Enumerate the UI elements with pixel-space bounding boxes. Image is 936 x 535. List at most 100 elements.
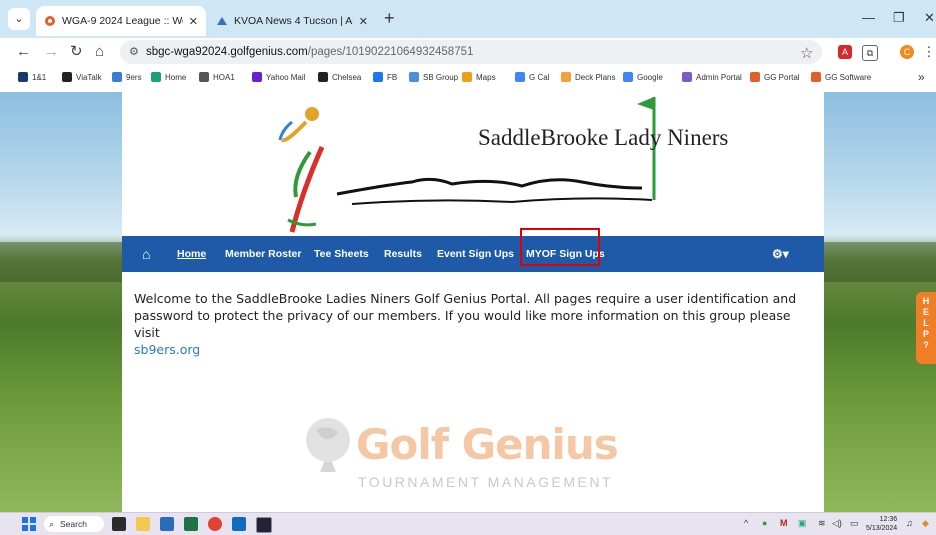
bookmark-item[interactable]: Deck Plans (561, 72, 615, 82)
new-tab-icon[interactable]: + (384, 9, 395, 27)
address-bar[interactable]: ⚙ sbgc-wga92024.golfgenius.com/pages/101… (120, 40, 822, 64)
bookmark-favicon-icon (318, 72, 328, 82)
taskbar-search[interactable]: ⌕ Search (44, 516, 104, 532)
bookmark-label: 1&1 (32, 72, 47, 82)
search-icon: ⌕ (49, 519, 55, 529)
bookmark-label: Google (637, 72, 663, 82)
battery-icon[interactable]: ▭ (850, 518, 859, 529)
bookmark-label: ViaTalk (76, 72, 102, 82)
task-view-icon[interactable] (112, 517, 126, 531)
bookmark-item[interactable]: GG Portal (750, 72, 800, 82)
bookmark-item[interactable]: FB (373, 72, 397, 82)
tray-overflow-icon[interactable]: ^ (744, 518, 748, 528)
gmail-tray-icon[interactable]: M (780, 518, 788, 528)
bookmark-item[interactable]: 1&1 (18, 72, 46, 82)
bookmark-item[interactable]: Chelsea (318, 72, 361, 82)
more-bookmarks-icon[interactable]: » (918, 70, 925, 84)
back-icon[interactable]: ← (16, 43, 31, 61)
bookmark-item[interactable]: GG Software (811, 72, 871, 82)
tab-title: KVOA News 4 Tucson | Arizona Ne (234, 15, 353, 27)
file-explorer-icon[interactable] (136, 517, 150, 531)
sb9ers-link[interactable]: sb9ers.org (134, 341, 814, 358)
system-clock[interactable]: 12:36 5/13/2024 (866, 515, 897, 533)
nav-home[interactable]: Home (177, 236, 206, 272)
settings-gear-dropdown-icon[interactable]: ⚙▾ (772, 236, 789, 272)
minimize-icon[interactable]: — (862, 10, 875, 25)
nav-event-sign-ups[interactable]: Event Sign Ups (437, 236, 514, 272)
restore-icon[interactable]: ❐ (893, 10, 905, 26)
tray-app-icon[interactable]: ▣ (798, 518, 807, 529)
bookmark-star-icon[interactable]: ☆ (800, 44, 813, 62)
bookmark-item[interactable]: G Cal (515, 72, 549, 82)
home-icon[interactable]: ⌂ (95, 43, 104, 61)
bookmark-item[interactable]: ViaTalk (62, 72, 102, 82)
tab-search-chevron-icon[interactable]: ⌄ (8, 8, 30, 30)
browser-tab-active[interactable]: WGA-9 2024 League :: Welcome ✕ (36, 6, 206, 36)
close-tab-icon[interactable]: ✕ (359, 15, 368, 28)
bookmark-label: SB Group (423, 72, 459, 82)
site-logo: SaddleBrooke Lady Niners (262, 92, 728, 238)
close-window-icon[interactable]: ✕ (924, 10, 935, 26)
bookmark-label: GG Software (825, 72, 872, 82)
golf-genius-favicon-icon (45, 16, 55, 26)
bookmark-favicon-icon (515, 72, 525, 82)
bookmark-item[interactable]: HOA1 (199, 72, 235, 82)
browser-menu-icon[interactable]: ⋮ (922, 45, 936, 59)
help-letter: P (922, 329, 929, 339)
notification-bell-icon[interactable]: ♫ (906, 518, 913, 528)
bookmark-item[interactable]: Home (151, 72, 186, 82)
golf-ball-globe-icon (306, 418, 350, 472)
bookmark-favicon-icon (252, 72, 262, 82)
bookmark-label: FB (387, 72, 398, 82)
bookmark-item[interactable]: SB Group (409, 72, 458, 82)
volume-icon[interactable]: ◁) (832, 518, 842, 529)
excel-app-icon[interactable] (184, 517, 198, 531)
clock-time: 12:36 (879, 516, 898, 523)
word-app-icon[interactable] (160, 517, 174, 531)
copilot-icon[interactable]: ◆ (922, 518, 929, 529)
bookmark-favicon-icon (462, 72, 472, 82)
bookmark-item[interactable]: Yahoo Mail (252, 72, 305, 82)
chrome-app-icon[interactable] (208, 517, 222, 531)
photos-app-icon[interactable] (256, 517, 272, 533)
nav-results[interactable]: Results (384, 236, 422, 272)
help-letter: E (922, 307, 929, 317)
bookmark-label: Home (165, 72, 187, 82)
pdf-extension-icon[interactable]: A (838, 45, 852, 59)
profile-avatar-icon[interactable]: C (900, 45, 914, 59)
bookmark-item[interactable]: Google (623, 72, 663, 82)
bookmarks-bar: » 1&1 ViaTalk 9ers Home HOA1 Yahoo Mail Chelse… (0, 66, 936, 93)
bookmark-item[interactable]: 9ers (112, 72, 142, 82)
forward-icon[interactable]: → (44, 43, 59, 61)
extensions-puzzle-icon[interactable]: ⧉ (862, 45, 878, 61)
nav-tee-sheets[interactable]: Tee Sheets (314, 236, 369, 272)
browser-tab-inactive[interactable]: KVOA News 4 Tucson | Arizona Ne ✕ (208, 6, 376, 36)
bookmark-favicon-icon (199, 72, 209, 82)
browser-toolbar: ← → ↻ ⌂ ⚙ sbgc-wga92024.golfgenius.com/p… (0, 38, 936, 66)
home-nav-icon[interactable]: ⌂ (142, 236, 150, 272)
help-letter: H (922, 296, 930, 306)
windows-start-icon[interactable] (22, 517, 36, 531)
bookmark-favicon-icon (112, 72, 122, 82)
site-info-icon[interactable]: ⚙ (129, 40, 139, 64)
reload-icon[interactable]: ↻ (70, 43, 83, 61)
bookmark-item[interactable]: Maps (462, 72, 496, 82)
search-label: Search (60, 519, 87, 529)
tab-title: WGA-9 2024 League :: Welcome (62, 15, 183, 27)
help-tab[interactable]: H E L P ? (916, 292, 936, 364)
bookmark-label: Chelsea (332, 72, 362, 82)
help-question-icon: ? (923, 340, 929, 350)
bookmark-label: Maps (476, 72, 496, 82)
brand-subtitle: TOURNAMENT MANAGEMENT (358, 474, 613, 490)
wifi-icon[interactable]: ≋ (818, 518, 826, 529)
bookmark-favicon-icon (62, 72, 72, 82)
bookmark-item[interactable]: Admin Portal (682, 72, 742, 82)
close-tab-icon[interactable]: ✕ (189, 15, 198, 28)
nav-member-roster[interactable]: Member Roster (225, 236, 301, 272)
windows-taskbar: ⌕ Search ^ ● M ▣ ≋ ◁) ▭ 12:36 5/13/2024 … (0, 512, 936, 535)
bookmark-label: GG Portal (764, 72, 800, 82)
page-background: SaddleBrooke Lady Niners ⌂ Home Member R… (0, 92, 936, 512)
bookmark-favicon-icon (623, 72, 633, 82)
outlook-app-icon[interactable] (232, 517, 246, 531)
tray-app-icon[interactable]: ● (762, 518, 767, 528)
